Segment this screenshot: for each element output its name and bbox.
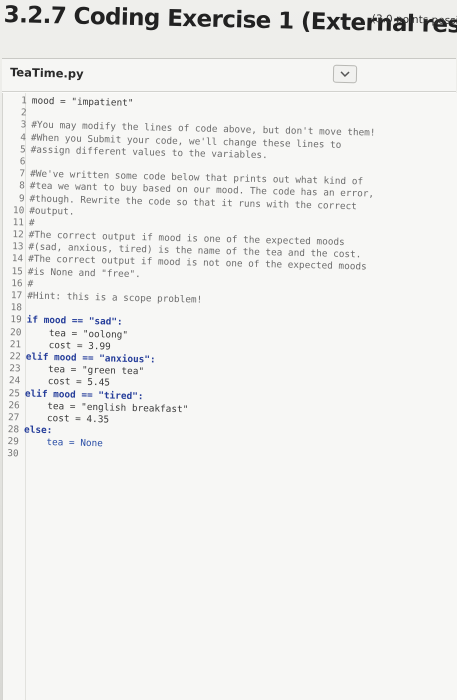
line-number: 24 bbox=[8, 375, 21, 387]
points-possible: (3.0 points possible) bbox=[371, 13, 457, 28]
line-number: 19 bbox=[10, 314, 22, 326]
line-number: 23 bbox=[9, 363, 21, 375]
line-number: 17 bbox=[10, 290, 23, 302]
line-number: 10 bbox=[12, 204, 25, 217]
code-lines: 1 mood = "impatient" 2 3 #You may modify the… bbox=[3, 95, 457, 473]
line-number: 30 bbox=[7, 448, 19, 460]
code-text: #is None and "free". bbox=[27, 266, 141, 280]
line-number: 29 bbox=[7, 436, 19, 448]
code-text: else: bbox=[23, 424, 53, 437]
code-editor-panel: TeaTime.py 1 mood = "impatient" 2 3 #You may… bbox=[2, 58, 457, 700]
code-text: tea = None bbox=[23, 436, 103, 450]
file-tab-bar: TeaTime.py bbox=[2, 59, 456, 92]
line-number: 9 bbox=[18, 192, 25, 204]
code-editor[interactable]: 1 mood = "impatient" 2 3 #You may modify the… bbox=[2, 93, 457, 700]
exercise-page: 3.2.7 Coding Exercise 1 (External resour… bbox=[0, 0, 457, 700]
line-number: 22 bbox=[9, 351, 21, 363]
line-number: 2 bbox=[20, 107, 27, 119]
line-number: 11 bbox=[12, 216, 25, 229]
line-number: 15 bbox=[11, 265, 23, 277]
line-number: 4 bbox=[20, 131, 27, 143]
line-number: 20 bbox=[9, 326, 22, 338]
line-number: 25 bbox=[8, 387, 21, 399]
code-text: mood = "impatient" bbox=[31, 95, 134, 109]
line-number: 8 bbox=[19, 180, 25, 192]
line-number: 6 bbox=[19, 156, 26, 168]
line-number: 26 bbox=[8, 399, 20, 412]
file-dropdown-button[interactable] bbox=[332, 64, 358, 84]
line-number: 28 bbox=[7, 424, 20, 436]
code-text: # bbox=[27, 278, 34, 290]
line-number: 21 bbox=[9, 338, 22, 351]
file-tab[interactable]: TeaTime.py bbox=[10, 65, 84, 87]
line-number: 13 bbox=[11, 241, 24, 253]
chevron-down-icon bbox=[340, 70, 350, 77]
line-number: 7 bbox=[19, 168, 26, 180]
line-number: 3 bbox=[20, 119, 27, 131]
line-number: 12 bbox=[12, 229, 24, 241]
line-number: 14 bbox=[11, 253, 24, 265]
exercise-heading: 3.2.7 Coding Exercise 1 (External resour… bbox=[3, 0, 457, 46]
line-number: 27 bbox=[7, 411, 20, 424]
line-number: 18 bbox=[10, 302, 23, 314]
line-number: 5 bbox=[19, 144, 26, 156]
line-number: 16 bbox=[11, 277, 23, 290]
code-text: #output. bbox=[29, 205, 75, 218]
code-text: # bbox=[28, 217, 35, 229]
line-number: 1 bbox=[21, 95, 27, 107]
